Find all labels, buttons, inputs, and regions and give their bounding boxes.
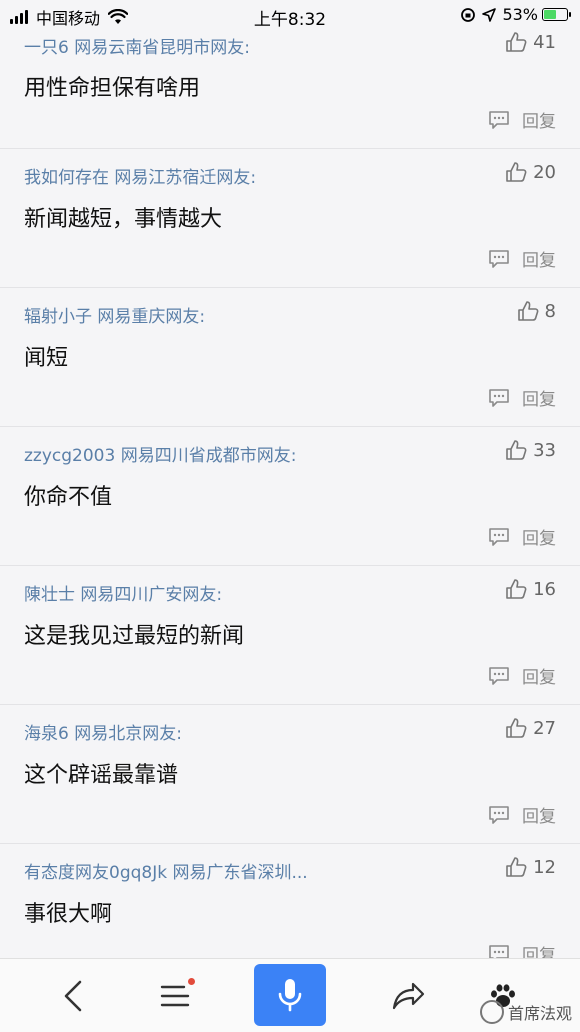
reply-label: 回复 xyxy=(522,390,556,410)
reply-button[interactable]: 回复 xyxy=(488,524,556,549)
like-button[interactable]: 20 xyxy=(505,161,556,183)
comment-username[interactable]: 陳壮士 网易四川广安网友: xyxy=(24,580,222,605)
back-button[interactable] xyxy=(48,959,98,1032)
like-count: 33 xyxy=(533,439,556,461)
comment-bubble-icon xyxy=(489,805,509,824)
like-button[interactable]: 33 xyxy=(505,439,556,461)
comment-item: 海泉6 网易北京网友: 27 这个辟谣最靠谱回复 xyxy=(0,705,580,844)
comment-item: zzycg2003 网易四川省成都市网友: 33 你命不值回复 xyxy=(0,427,580,566)
battery-percent: 53% xyxy=(502,5,538,24)
comment-item: 辐射小子 网易重庆网友: 8 闻短回复 xyxy=(0,288,580,427)
battery-icon xyxy=(542,8,571,21)
bottom-toolbar: 首席法观 xyxy=(0,958,580,1032)
like-count: 16 xyxy=(533,578,556,600)
watermark-logo-icon xyxy=(479,1000,504,1024)
comment-bubble-icon xyxy=(489,249,509,268)
reply-label: 回复 xyxy=(522,251,556,271)
comment-text: 事很大啊 xyxy=(24,902,113,927)
comment-text: 新闻越短，事情越大 xyxy=(24,207,223,232)
watermark: 首席法观 xyxy=(479,1000,572,1024)
comment-text: 这个辟谣最靠谱 xyxy=(24,763,179,788)
reply-button[interactable]: 回复 xyxy=(488,107,556,132)
like-count: 41 xyxy=(533,31,556,53)
like-button[interactable]: 12 xyxy=(505,856,556,878)
thumbs-up-icon xyxy=(506,32,527,52)
reply-button[interactable]: 回复 xyxy=(488,385,556,410)
comment-username[interactable]: 一只6 网易云南省昆明市网友: xyxy=(24,33,250,58)
voice-input-button[interactable] xyxy=(254,964,326,1026)
comment-bubble-icon xyxy=(489,666,509,685)
watermark-text: 首席法观 xyxy=(507,1004,572,1023)
reply-button[interactable]: 回复 xyxy=(488,246,556,271)
comment-bubble-icon xyxy=(489,527,509,546)
comment-bubble-icon xyxy=(489,388,509,407)
share-button[interactable] xyxy=(380,959,436,1032)
status-bar: 中国移动 上午8:32 53% xyxy=(0,0,580,30)
status-right: 53% xyxy=(460,5,571,24)
like-count: 27 xyxy=(533,717,556,739)
reply-button[interactable]: 回复 xyxy=(488,663,556,688)
thumbs-up-icon xyxy=(506,440,527,460)
notification-dot xyxy=(188,978,195,985)
like-button[interactable]: 27 xyxy=(505,717,556,739)
back-icon xyxy=(64,980,82,1012)
reply-label: 回复 xyxy=(522,112,556,132)
menu-button[interactable] xyxy=(150,959,200,1032)
like-button[interactable]: 16 xyxy=(505,578,556,600)
menu-icon xyxy=(160,985,190,1007)
thumbs-up-icon xyxy=(506,162,527,182)
comment-text: 这是我见过最短的新闻 xyxy=(24,624,245,649)
reply-label: 回复 xyxy=(522,807,556,827)
thumbs-up-icon xyxy=(506,579,527,599)
comment-username[interactable]: 我如何存在 网易江苏宿迁网友: xyxy=(24,163,256,188)
thumbs-up-icon xyxy=(506,857,527,877)
comment-username[interactable]: zzycg2003 网易四川省成都市网友: xyxy=(24,441,296,466)
share-icon xyxy=(392,982,425,1010)
reply-label: 回复 xyxy=(522,668,556,688)
comment-item: 一只6 网易云南省昆明市网友: 41 用性命担保有啥用回复 xyxy=(0,30,580,149)
comment-list: 一只6 网易云南省昆明市网友: 41 用性命担保有啥用 回复 我如何存在 网易江苏宿迁网… xyxy=(0,30,580,983)
like-count: 8 xyxy=(544,300,556,322)
like-count: 12 xyxy=(533,856,556,878)
comment-bubble-icon xyxy=(489,110,509,129)
orientation-lock-icon xyxy=(461,7,476,22)
reply-button[interactable]: 回复 xyxy=(488,802,556,827)
thumbs-up-icon xyxy=(517,301,538,321)
comment-item: 陳壮士 网易四川广安网友: 16 这是我见过最短的新闻回复 xyxy=(0,566,580,705)
battery-level xyxy=(544,10,556,19)
like-count: 20 xyxy=(533,161,556,183)
comment-text: 用性命担保有啥用 xyxy=(24,76,201,101)
comment-username[interactable]: 有态度网友0gq8Jk 网易广东省深圳... xyxy=(24,858,308,883)
thumbs-up-icon xyxy=(506,718,527,738)
comment-text: 闻短 xyxy=(24,346,69,371)
comment-item: 我如何存在 网易江苏宿迁网友: 20 新闻越短，事情越大回复 xyxy=(0,149,580,288)
comment-username[interactable]: 辐射小子 网易重庆网友: xyxy=(24,302,205,327)
microphone-icon xyxy=(278,979,302,1012)
location-icon xyxy=(482,7,497,22)
comment-username[interactable]: 海泉6 网易北京网友: xyxy=(24,719,182,744)
comment-text: 你命不值 xyxy=(24,485,113,510)
like-button[interactable]: 8 xyxy=(517,300,556,322)
reply-label: 回复 xyxy=(522,529,556,549)
like-button[interactable]: 41 xyxy=(505,31,556,53)
